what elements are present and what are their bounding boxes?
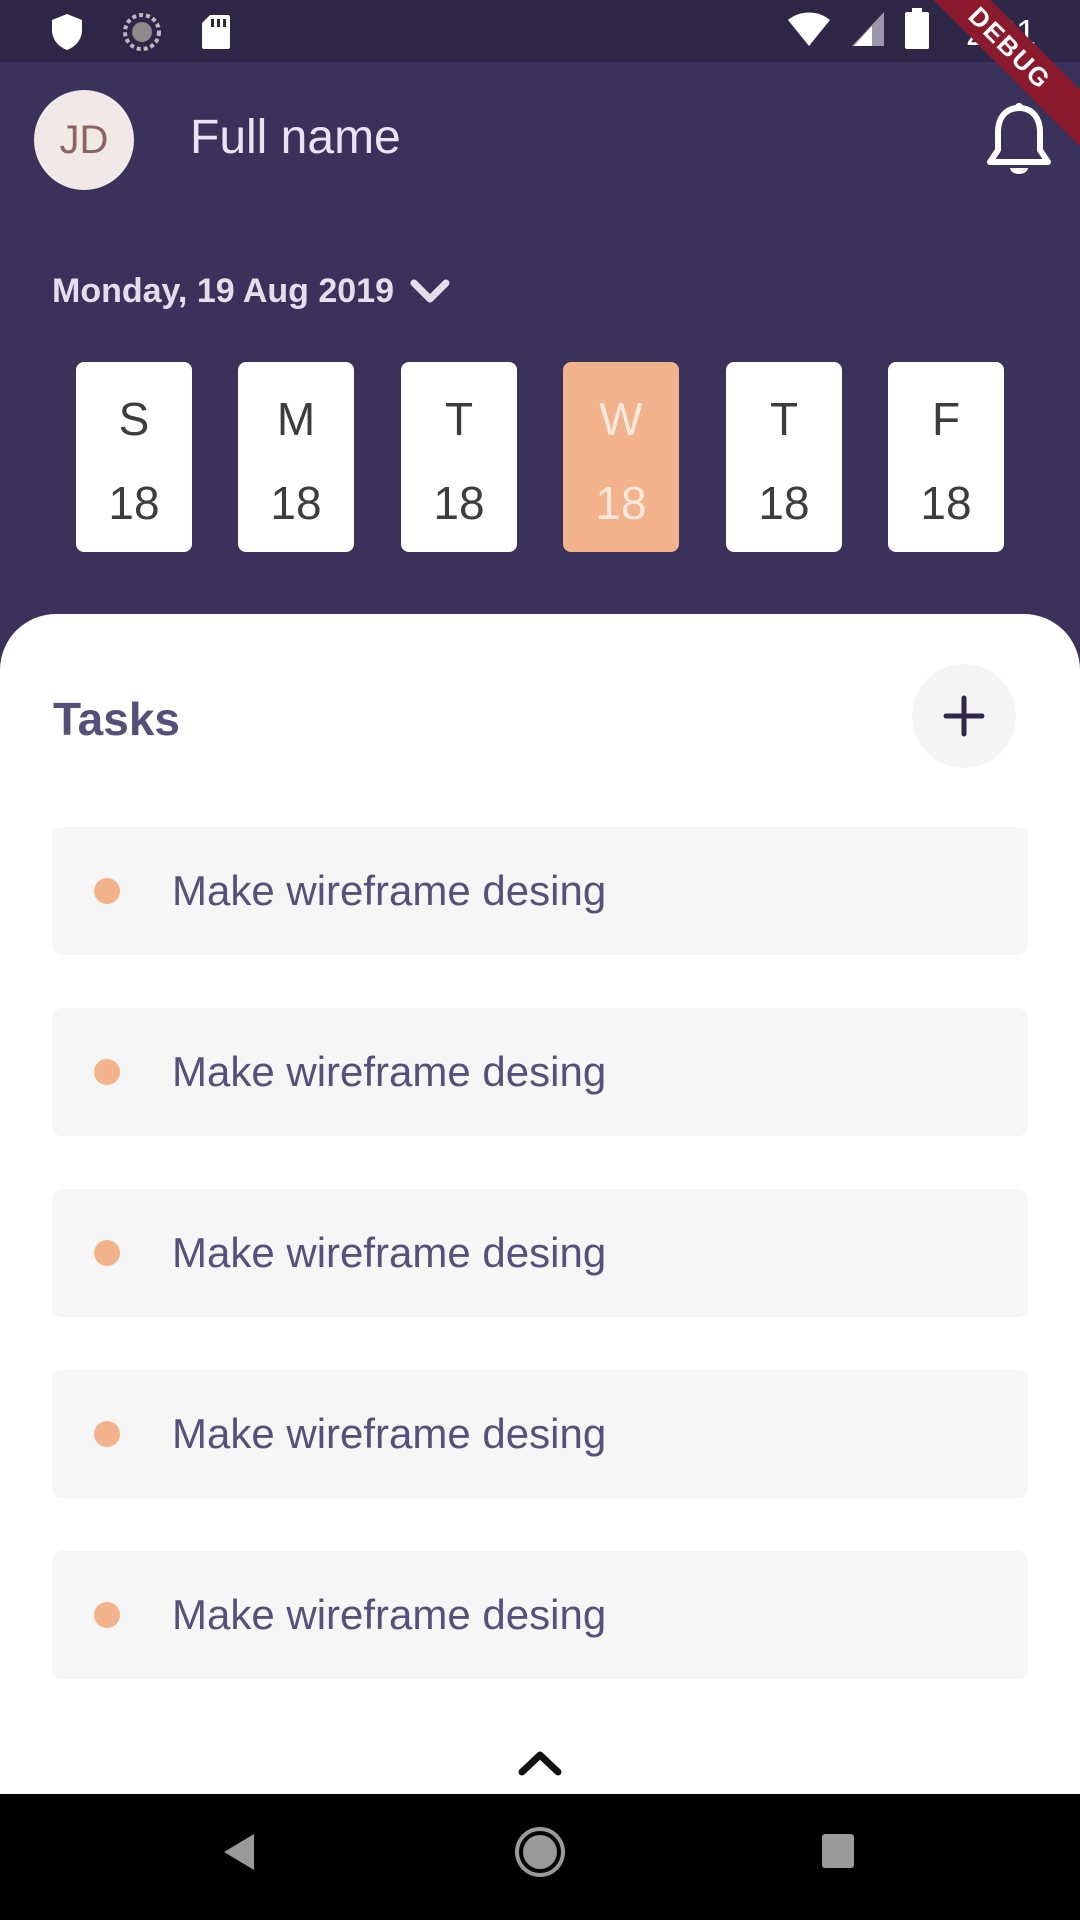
recents-square-icon[interactable] — [822, 1834, 854, 1868]
avatar[interactable]: JD — [34, 90, 134, 190]
shield-icon — [52, 14, 82, 50]
day-number: 18 — [920, 477, 972, 529]
battery-icon — [905, 8, 929, 49]
task-item[interactable]: Make wireframe desing — [52, 1370, 1028, 1498]
system-nav-bar — [0, 1794, 1080, 1920]
cell-signal-icon — [852, 12, 884, 46]
task-item[interactable]: Make wireframe desing — [52, 1189, 1028, 1317]
day-card[interactable]: F 18 — [888, 362, 1004, 552]
day-letter: F — [931, 393, 961, 445]
task-item[interactable]: Make wireframe desing — [52, 1551, 1028, 1679]
home-circle-icon[interactable] — [514, 1826, 566, 1878]
day-number: 18 — [108, 477, 160, 529]
status-right-icons — [786, 8, 930, 50]
sd-card-icon — [202, 15, 230, 49]
day-number: 18 — [758, 477, 810, 529]
day-card[interactable]: T 18 — [726, 362, 842, 552]
tasks-title: Tasks — [53, 693, 181, 745]
task-item[interactable]: Make wireframe desing — [52, 1008, 1028, 1136]
chevron-up-icon[interactable] — [518, 1748, 562, 1778]
day-card[interactable]: M 18 — [238, 362, 354, 552]
status-bar: 2:31 DEBUG — [0, 0, 1080, 155]
day-letter: T — [444, 393, 474, 445]
week-day-strip: S 18 M 18 T 18 W 18 T 18 F 18 — [76, 362, 1004, 552]
day-letter: M — [276, 393, 316, 445]
task-bullet — [94, 1059, 120, 1085]
back-triangle-icon[interactable] — [222, 1832, 256, 1872]
task-bullet — [94, 1421, 120, 1447]
task-bullet — [94, 1240, 120, 1266]
task-label: Make wireframe desing — [172, 867, 607, 914]
day-letter: S — [118, 393, 150, 445]
task-label: Make wireframe desing — [172, 1591, 607, 1638]
plus-icon — [943, 695, 985, 737]
current-date: Monday, 19 Aug 2019 — [52, 272, 394, 310]
tasks-sheet: Tasks Make wireframe desing Make wirefra… — [0, 614, 1080, 1794]
task-label: Make wireframe desing — [172, 1229, 607, 1276]
chevron-down-icon[interactable] — [410, 277, 450, 307]
day-letter: T — [769, 393, 799, 445]
day-number: 18 — [270, 477, 322, 529]
status-left-icons — [50, 12, 232, 52]
task-label: Make wireframe desing — [172, 1410, 607, 1457]
wifi-icon — [788, 12, 830, 46]
add-task-button[interactable] — [912, 664, 1016, 768]
day-letter: W — [599, 393, 643, 445]
profile-header: JD Full name — [0, 62, 1080, 212]
task-label: Make wireframe desing — [172, 1048, 607, 1095]
day-number: 18 — [595, 477, 647, 529]
task-bullet — [94, 1602, 120, 1628]
task-bullet — [94, 878, 120, 904]
task-item[interactable]: Make wireframe desing — [52, 827, 1028, 955]
user-full-name: Full name — [190, 111, 401, 164]
day-card[interactable]: T 18 — [401, 362, 517, 552]
sync-icon — [123, 13, 161, 51]
bell-icon[interactable] — [984, 102, 1054, 182]
day-card[interactable]: S 18 — [76, 362, 192, 552]
date-selector[interactable]: Monday, 19 Aug 2019 — [52, 272, 450, 311]
day-number: 18 — [433, 477, 485, 529]
day-card-selected[interactable]: W 18 — [563, 362, 679, 552]
